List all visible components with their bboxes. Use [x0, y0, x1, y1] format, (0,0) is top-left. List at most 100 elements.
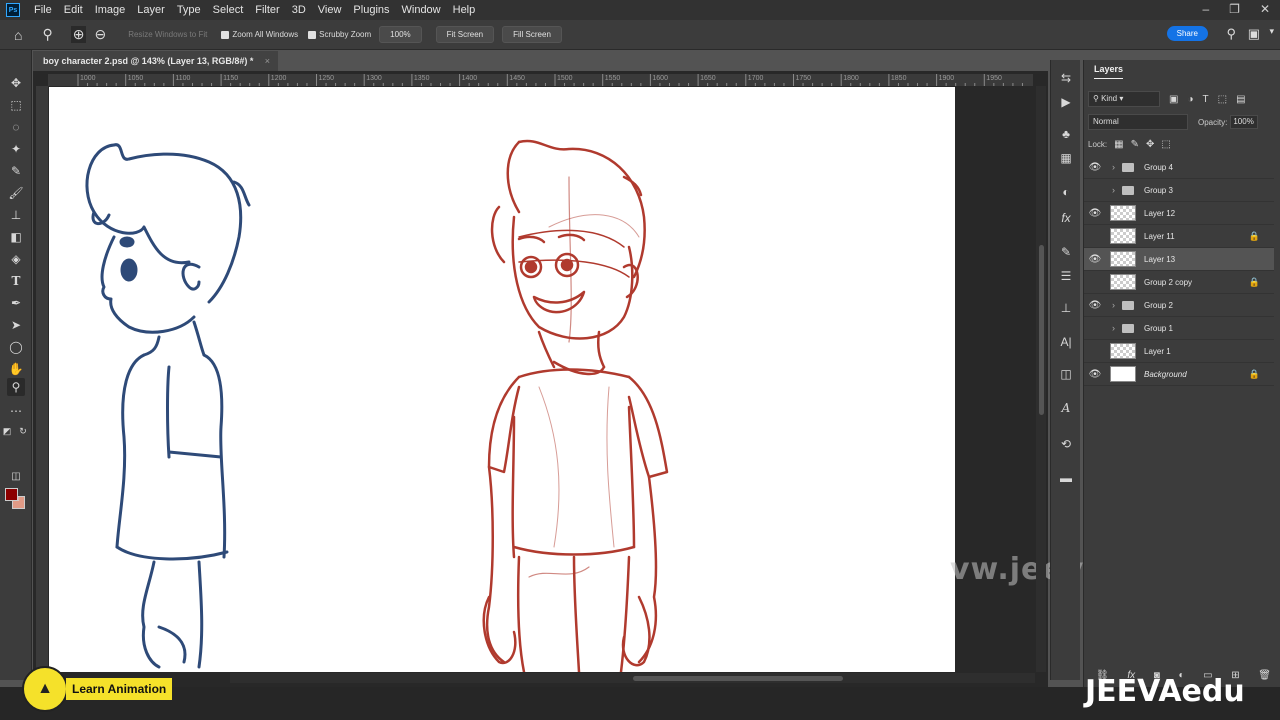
visibility-eye-icon[interactable]: 👁 [1084, 369, 1106, 380]
more-tools-icon[interactable]: ⋯ [7, 402, 25, 420]
swap-colors-icon[interactable]: ↻ [18, 422, 28, 440]
zoom-all-windows-checkbox[interactable]: Zoom All Windows [221, 30, 298, 39]
sliders-icon[interactable]: ☰ [1058, 268, 1074, 284]
filter-adjust-icon[interactable]: ◑ [1187, 94, 1193, 105]
blend-mode-select[interactable]: Normal [1088, 114, 1188, 130]
brush-settings-icon[interactable]: ✎ [1058, 244, 1074, 260]
lock-artboard-icon[interactable]: ⬚ [1161, 139, 1170, 150]
play-icon[interactable]: ▶ [1058, 94, 1074, 110]
visibility-eye-icon[interactable]: 👁 [1084, 323, 1106, 334]
chevron-right-icon[interactable]: › [1112, 323, 1122, 333]
fx-icon[interactable]: fx [1058, 210, 1074, 226]
restore-icon[interactable]: ❐ [1229, 2, 1240, 16]
menu-image[interactable]: Image [89, 4, 132, 16]
menu-edit[interactable]: Edit [58, 4, 89, 16]
foreground-color-swatch[interactable] [5, 488, 18, 501]
zoom-value-field[interactable]: 100% [379, 26, 422, 43]
workspace-icon[interactable]: ▣ [1248, 26, 1260, 42]
visibility-eye-icon[interactable]: 👁 [1084, 208, 1106, 219]
document-tab[interactable]: boy character 2.psd @ 143% (Layer 13, RG… [33, 51, 278, 71]
lock-pixels-icon[interactable]: ✎ [1131, 139, 1139, 150]
lock-transparency-icon[interactable]: ▦ [1114, 139, 1123, 150]
menu-window[interactable]: Window [396, 4, 447, 16]
lock-position-icon[interactable]: ✥ [1146, 139, 1154, 150]
swatches-icon[interactable]: ♣ [1058, 126, 1074, 142]
chevron-right-icon[interactable]: › [1112, 185, 1122, 195]
visibility-eye-icon[interactable]: 👁 [1084, 231, 1106, 242]
brush-tool-icon[interactable]: 🖌 [7, 184, 25, 202]
zoom-out-icon[interactable]: ⊖ [94, 26, 106, 43]
hand-tool-icon[interactable]: ✋ [7, 360, 25, 378]
filter-smart-icon[interactable]: ▤ [1236, 94, 1245, 105]
layer-row-group-2-copy[interactable]: 👁 Group 2 copy 🔒 [1084, 271, 1274, 294]
layer-row-group-3[interactable]: 👁 › Group 3 [1084, 179, 1274, 202]
menu-plugins[interactable]: Plugins [347, 4, 395, 16]
character-icon[interactable]: A| [1058, 334, 1074, 350]
opacity-input[interactable]: 100% [1230, 115, 1259, 129]
minimize-icon[interactable]: – [1202, 2, 1209, 16]
visibility-eye-icon[interactable]: 👁 [1084, 162, 1106, 173]
pen-tool-icon[interactable]: ✒ [7, 294, 25, 312]
menu-layer[interactable]: Layer [131, 4, 171, 16]
delete-layer-icon[interactable]: 🗑 [1258, 670, 1271, 681]
layer-row-layer-1[interactable]: 👁 Layer 1 [1084, 340, 1274, 363]
layer-row-group-4[interactable]: 👁 › Group 4 [1084, 156, 1274, 179]
kind-filter-select[interactable]: ⚲ Kind ▾ [1088, 91, 1160, 107]
clone-source-icon[interactable]: ⊥ [1058, 300, 1074, 316]
quick-mask-icon[interactable]: ◫ [7, 468, 25, 486]
filter-pixel-icon[interactable]: ▣ [1169, 94, 1178, 105]
layer-row-layer-11[interactable]: 👁 Layer 11 🔒 [1084, 225, 1274, 248]
layer-row-group-2[interactable]: 👁 › Group 2 [1084, 294, 1274, 317]
layer-row-group-1[interactable]: 👁 › Group 1 [1084, 317, 1274, 340]
menu-select[interactable]: Select [207, 4, 250, 16]
type-tool-icon[interactable]: T [7, 272, 25, 290]
libraries-icon[interactable]: ◫ [1058, 366, 1074, 382]
horizontal-scroll-thumb[interactable] [633, 676, 843, 681]
visibility-eye-icon[interactable]: 👁 [1084, 346, 1106, 357]
glyphs-icon[interactable]: A [1058, 400, 1074, 416]
ellipse-tool-icon[interactable]: ◯ [7, 338, 25, 356]
visibility-eye-icon[interactable]: 👁 [1084, 254, 1106, 265]
layer-row-layer-13[interactable]: 👁 Layer 13 [1084, 248, 1274, 271]
eraser-tool-icon[interactable]: ◧ [7, 228, 25, 246]
menu-view[interactable]: View [312, 4, 348, 16]
layer-row-layer-12[interactable]: 👁 Layer 12 [1084, 202, 1274, 225]
adjustments-icon[interactable]: ◐ [1058, 184, 1074, 200]
drawing-canvas[interactable] [49, 87, 955, 672]
marquee-tool-icon[interactable]: ⬚ [7, 96, 25, 114]
paint-bucket-icon[interactable]: ◈ [7, 250, 25, 268]
search-icon[interactable]: ⚲ [1226, 26, 1236, 42]
share-button[interactable]: Share [1166, 26, 1208, 41]
history-brush-icon[interactable]: ⇆ [1058, 70, 1074, 86]
layer-row-background[interactable]: 👁 Background 🔒 [1084, 363, 1274, 386]
zoom-tool-icon[interactable]: ⚲ [42, 26, 52, 43]
history-icon[interactable]: ⟲ [1058, 436, 1074, 452]
eyedropper-icon[interactable]: ✎ [7, 162, 25, 180]
home-icon[interactable]: ⌂ [14, 27, 22, 43]
lasso-tool-icon[interactable]: ◌ [7, 118, 25, 136]
close-icon[interactable]: ✕ [1260, 2, 1270, 16]
fill-screen-button[interactable]: Fill Screen [502, 26, 562, 43]
path-select-icon[interactable]: ➤ [7, 316, 25, 334]
menu-type[interactable]: Type [171, 4, 207, 16]
stamp-tool-icon[interactable]: ⊥ [7, 206, 25, 224]
zoom-in-icon[interactable]: ⊕ [70, 26, 87, 43]
plugins-icon[interactable]: ▬ [1058, 470, 1074, 486]
menu-file[interactable]: File [28, 4, 58, 16]
visibility-eye-icon[interactable]: 👁 [1084, 185, 1106, 196]
visibility-eye-icon[interactable]: 👁 [1084, 300, 1106, 311]
close-tab-icon[interactable]: × [265, 51, 270, 71]
default-colors-icon[interactable]: ◩ [2, 422, 12, 440]
grid-icon[interactable]: ▦ [1058, 150, 1074, 166]
zoom-tool-icon[interactable]: ⚲ [7, 378, 25, 396]
scrubby-zoom-checkbox[interactable]: Scrubby Zoom [308, 30, 371, 39]
filter-type-icon[interactable]: T [1203, 94, 1209, 105]
visibility-eye-icon[interactable]: 👁 [1084, 277, 1106, 288]
filter-shape-icon[interactable]: ⬚ [1218, 94, 1227, 105]
vertical-scroll-thumb[interactable] [1039, 245, 1044, 415]
chevron-right-icon[interactable]: › [1112, 300, 1122, 310]
fit-screen-button[interactable]: Fit Screen [435, 26, 495, 43]
workspace-menu-icon[interactable]: ▾ [1269, 26, 1274, 37]
menu-help[interactable]: Help [447, 4, 482, 16]
menu-filter[interactable]: Filter [249, 4, 285, 16]
